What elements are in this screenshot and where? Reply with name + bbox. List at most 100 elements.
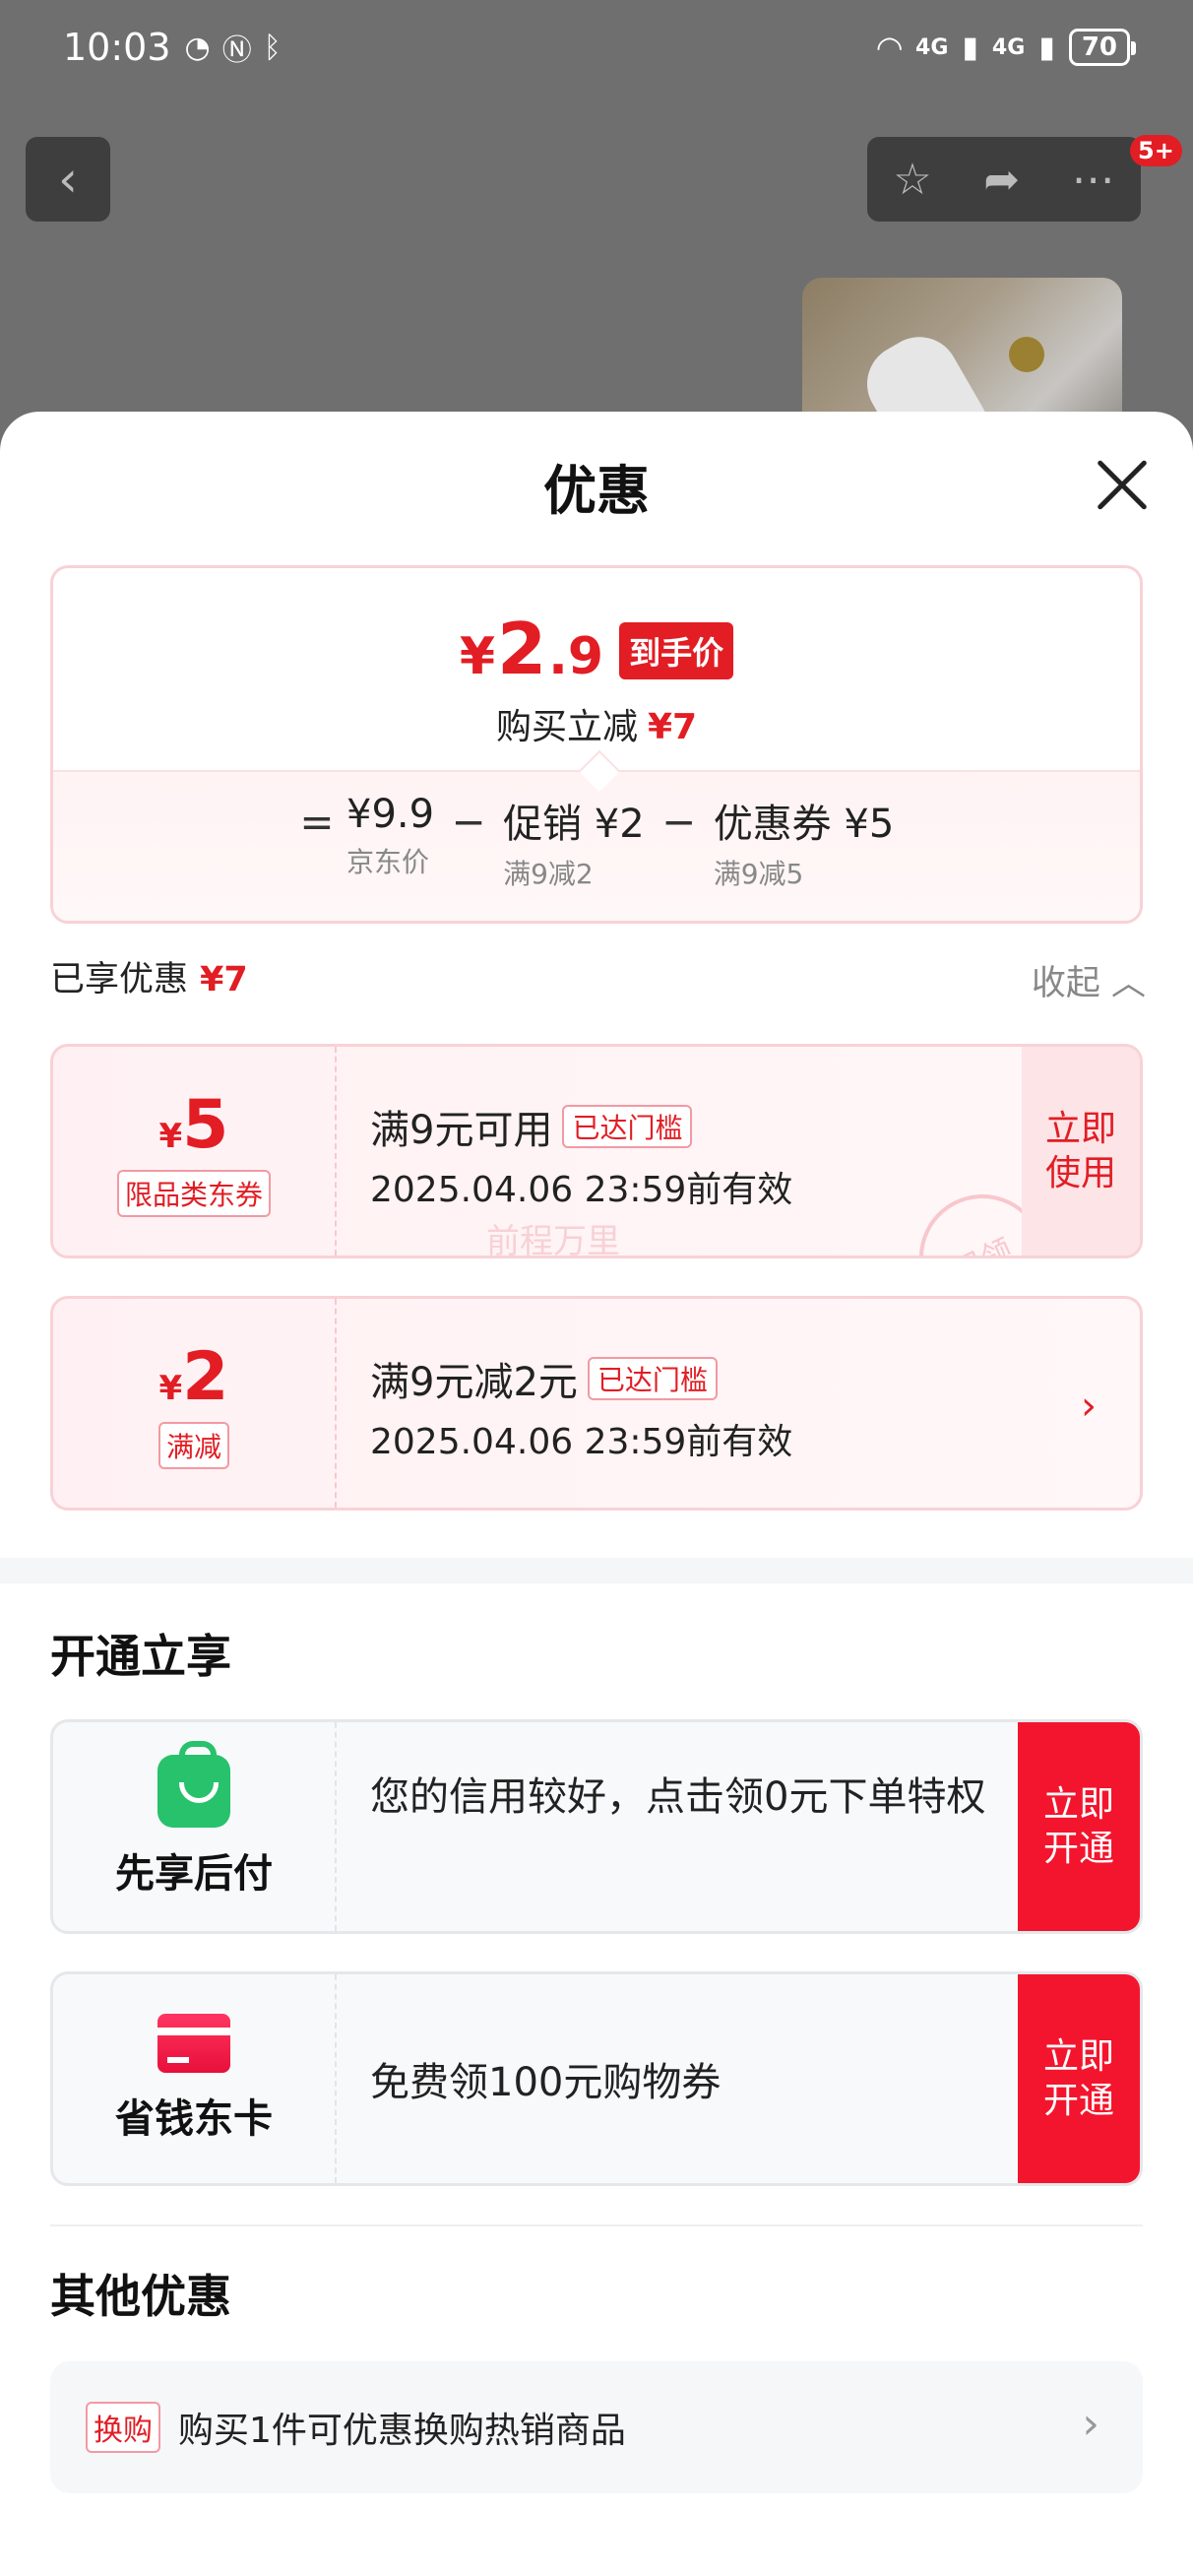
service-description: 免费领100元购物券: [370, 2060, 722, 2105]
use-now-label: 立即使用: [1044, 1109, 1116, 1193]
formula-main: 促销 ¥2: [503, 802, 645, 847]
coupon-amount: ¥ 5: [159, 1086, 229, 1164]
threshold-badge: 已达门槛: [562, 1105, 693, 1148]
formula-item-jd-price: ¥9.9 京东价: [346, 792, 434, 880]
battery-indicator: 70: [1068, 29, 1137, 66]
formula-item-promotion: 促销 ¥2 满9减2: [503, 792, 645, 892]
activate-label: 立即开通: [1042, 1784, 1114, 1869]
chevron-right-icon: ›: [1082, 2399, 1099, 2449]
exchange-tag: 换购: [86, 2402, 160, 2453]
coupon-title-row: 满9元减2元 已达门槛: [370, 1350, 792, 1407]
collapse-button[interactable]: 收起 ︿: [1032, 955, 1146, 1005]
thumb-dot: [1009, 337, 1044, 372]
signal-icon-1: ▮: [962, 30, 978, 65]
service-description: 您的信用较好，点击领0元下单特权: [370, 1774, 986, 1820]
status-icons: ◔ Ⓝ ᛒ: [185, 26, 282, 69]
section-divider: [0, 1558, 1193, 1583]
service-brand: 先享后付: [53, 1722, 337, 1931]
exchange-text: 购买1件可优惠换购热销商品: [178, 2411, 626, 2451]
formula-main: 优惠券 ¥5: [713, 802, 895, 847]
instant-discount-value: ¥7: [647, 707, 698, 747]
coupon-title-row: 满9元可用 已达门槛: [370, 1098, 792, 1155]
formula-sub: 满9减2: [503, 858, 594, 890]
instant-discount-label: 购买立减: [495, 707, 638, 747]
equals-sign: =: [299, 798, 335, 846]
price-yen: ¥: [459, 627, 496, 686]
final-price-tag: 到手价: [619, 622, 734, 679]
minus-sign: −: [451, 798, 486, 846]
formula-row: = ¥9.9 京东价 − 促销 ¥2 满9减2 − 优惠券 ¥5 满9减5: [287, 792, 894, 892]
service-card: 省钱东卡 免费领100元购物券 立即开通: [50, 1971, 1143, 2186]
activate-label: 立即开通: [1042, 2036, 1114, 2121]
price-formula: = ¥9.9 京东价 − 促销 ¥2 满9减2 − 优惠券 ¥5 满9减5: [53, 749, 1140, 921]
minus-sign: −: [661, 798, 697, 846]
price-dec: .9: [548, 627, 604, 686]
coupon-type-tag: 满减: [157, 1421, 229, 1469]
chevron-right-icon: ›: [1081, 1384, 1097, 1429]
service-card: 先享后付 您的信用较好，点击领0元下单特权 立即开通: [50, 1719, 1143, 1934]
final-price: ¥ 2 .9 到手价: [53, 608, 1140, 690]
coupon-yen: ¥: [158, 1116, 183, 1156]
divider-line: [50, 2224, 1143, 2226]
other-section-title: 其他优惠: [50, 2270, 231, 2323]
price-summary: ¥ 2 .9 到手价 购买立减 ¥7: [53, 568, 1140, 770]
back-button[interactable]: ‹: [26, 137, 110, 222]
coupon-amount-area: ¥ 2 满减: [53, 1299, 337, 1508]
formula-sub: 满9减5: [713, 858, 804, 890]
formula-sub: 京东价: [346, 846, 430, 878]
close-icon[interactable]: [1095, 457, 1150, 512]
coupon-value: 5: [182, 1085, 229, 1164]
price-int: 2: [497, 608, 547, 690]
enjoyed-discount: 已享优惠 ¥7: [50, 951, 248, 1001]
coupon-expiry: 2025.04.06 23:59前有效: [370, 1422, 793, 1462]
coupon-info: 满9元减2元 已达门槛 2025.04.06 23:59前有效: [370, 1350, 792, 1464]
card-icon: [157, 2014, 230, 2073]
share-icon[interactable]: ➦: [983, 155, 1020, 205]
sheet-title: 优惠: [543, 460, 650, 522]
final-price-card: ¥ 2 .9 到手价 购买立减 ¥7 = ¥9.9 京东价 − 促销 ¥2 满9减: [50, 565, 1143, 924]
use-now-button[interactable]: 立即使用: [1022, 1047, 1140, 1256]
more-icon[interactable]: ⋯: [1072, 155, 1115, 205]
status-time: 10:03: [63, 26, 171, 69]
service-brand: 省钱东卡: [53, 1974, 337, 2183]
shopping-bag-icon: [157, 1741, 230, 1828]
coupon-info: 满9元可用 已达门槛 2025.04.06 23:59前有效: [370, 1098, 792, 1212]
service-name: 省钱东卡: [115, 2096, 273, 2142]
coupon-title: 满9元减2元: [370, 1360, 578, 1405]
activate-button[interactable]: 立即开通: [1018, 1974, 1140, 2183]
coupon-expiry: 2025.04.06 23:59前有效: [370, 1170, 793, 1210]
enjoyed-value: ¥7: [200, 960, 248, 999]
coupon-type-tag: 限品类东券: [116, 1169, 271, 1217]
speed-icon: ◔: [184, 30, 211, 65]
coupon-title: 满9元可用: [370, 1108, 553, 1153]
signal-1: 4G: [915, 34, 949, 60]
top-actions: ☆ ➦ ⋯: [867, 137, 1141, 222]
formula-main: ¥9.9: [346, 792, 435, 837]
status-right: ◠ 4G ▮ 4G ▮ 70: [877, 29, 1137, 66]
status-left: 10:03 ◔ Ⓝ ᛒ: [63, 26, 282, 69]
signal-icon-2: ▮: [1038, 30, 1055, 65]
bluetooth-icon: ᛒ: [263, 30, 282, 65]
discount-sheet: 优惠 ¥ 2 .9 到手价 购买立减 ¥7 = ¥9.9 京东价 − 促销 ¥2…: [0, 412, 1193, 2576]
wifi-icon: ◠: [877, 29, 903, 66]
formula-item-coupon: 优惠券 ¥5 满9减5: [714, 792, 895, 892]
coupon-yen: ¥: [158, 1368, 183, 1408]
message-badge: 5+: [1130, 135, 1182, 166]
card-icon-chip: [167, 2057, 189, 2063]
service-name: 先享后付: [115, 1851, 273, 1897]
enjoyed-label: 已享优惠: [50, 960, 189, 999]
coupon-card: ¥ 5 限品类东券 满9元可用 已达门槛 2025.04.06 23:59前有效…: [50, 1044, 1143, 1258]
coupon-card[interactable]: ¥ 2 满减 满9元减2元 已达门槛 2025.04.06 23:59前有效 ›: [50, 1296, 1143, 1511]
status-bar: 10:03 ◔ Ⓝ ᛒ ◠ 4G ▮ 4G ▮ 70: [0, 0, 1193, 95]
coupon-value: 2: [182, 1337, 229, 1416]
open-section-title: 开通立享: [50, 1630, 231, 1683]
coupon-amount: ¥ 2: [159, 1338, 229, 1416]
activate-button[interactable]: 立即开通: [1018, 1722, 1140, 1931]
coupon-amount-area: ¥ 5 限品类东券: [53, 1047, 337, 1256]
coupon-watermark: 前程万里: [486, 1222, 620, 1258]
chevron-left-icon: ‹: [58, 151, 78, 208]
signal-2: 4G: [991, 34, 1026, 60]
exchange-purchase-row[interactable]: 换购 购买1件可优惠换购热销商品 ›: [50, 2361, 1143, 2493]
instant-discount: 购买立减 ¥7: [53, 698, 1140, 749]
star-icon[interactable]: ☆: [893, 155, 931, 205]
